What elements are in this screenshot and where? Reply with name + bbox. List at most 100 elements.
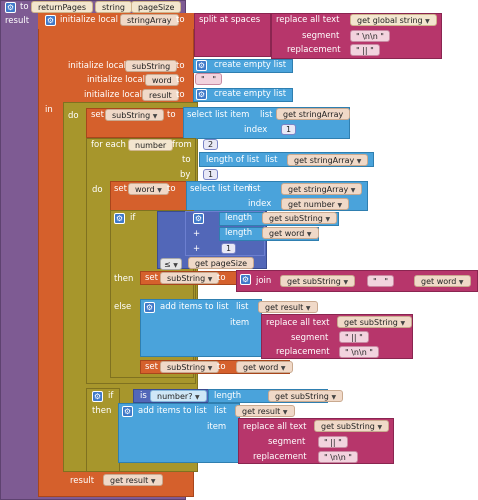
index-label-2: index bbox=[248, 199, 272, 209]
proc-to-label: to bbox=[20, 2, 29, 12]
split-label: split at spaces bbox=[199, 15, 261, 25]
plus-label-1: + bbox=[193, 229, 201, 239]
init-gear-icon[interactable]: ⚙ bbox=[45, 15, 56, 26]
from-label: from bbox=[172, 140, 192, 150]
set3-var[interactable]: subString ▼ bbox=[160, 272, 220, 284]
local3-to: to bbox=[176, 90, 185, 100]
set2-to: to bbox=[167, 184, 176, 194]
local2-var[interactable]: word bbox=[145, 74, 179, 86]
plus-label-2: + bbox=[193, 244, 201, 254]
set2-var[interactable]: word ▼ bbox=[128, 183, 169, 195]
local1-to: to bbox=[176, 61, 185, 71]
segment-string-3[interactable]: " || " bbox=[318, 436, 348, 448]
get-stringarray-1[interactable]: get stringArray bbox=[276, 108, 351, 120]
get-word-3[interactable]: get word ▼ bbox=[236, 361, 293, 373]
init-label: initialize local bbox=[60, 15, 118, 25]
join-gear-icon[interactable]: ⚙ bbox=[240, 274, 251, 285]
get-result-return[interactable]: get result ▼ bbox=[103, 474, 163, 486]
get-substring-2[interactable]: get subString ▼ bbox=[280, 275, 356, 287]
replace-label: replace all text bbox=[276, 15, 340, 25]
local1-var[interactable]: subString bbox=[125, 60, 178, 72]
select-list-item-label-2: select list item bbox=[190, 184, 253, 194]
local2-empty-string[interactable]: " ​ " bbox=[195, 73, 222, 85]
index-label-1: index bbox=[244, 125, 268, 135]
length-label-3: length bbox=[214, 391, 242, 401]
index-number-1[interactable]: 1 bbox=[281, 124, 297, 135]
set1-label: set bbox=[91, 110, 104, 120]
get-stringarray-2[interactable]: get stringArray ▼ bbox=[287, 154, 369, 166]
select-list-item-label: select list item bbox=[187, 110, 250, 120]
add-list-label-2: list bbox=[214, 406, 227, 416]
in-label: in bbox=[45, 105, 53, 115]
list-label-2: list bbox=[265, 155, 278, 165]
create-empty-list-label-1: create empty list bbox=[214, 60, 287, 70]
local2-label: initialize local bbox=[87, 75, 145, 85]
mutator-gear-icon[interactable]: ⚙ bbox=[5, 2, 16, 13]
replace-label-3: replace all text bbox=[243, 422, 307, 432]
add-items-gear-icon-1[interactable]: ⚙ bbox=[144, 302, 155, 313]
by-number[interactable]: 1 bbox=[203, 169, 219, 180]
set3-label: set bbox=[145, 273, 158, 283]
replacement-string-2[interactable]: " \n\n " bbox=[339, 346, 379, 358]
add-items-label-1: add items to list bbox=[160, 302, 229, 312]
segment-label-3: segment bbox=[268, 437, 306, 447]
get-word-1[interactable]: get word ▼ bbox=[262, 227, 319, 239]
list-gear-icon-1[interactable]: ⚙ bbox=[196, 60, 207, 71]
list-label-3: list bbox=[248, 184, 261, 194]
then-label-2: then bbox=[92, 406, 112, 416]
add-items-label-2: add items to list bbox=[138, 406, 207, 416]
add-list-label-1: list bbox=[236, 302, 249, 312]
if-gear-icon[interactable]: ⚙ bbox=[114, 213, 125, 224]
length-of-list-label: length of list bbox=[206, 155, 260, 165]
get-substring-3[interactable]: get subString ▼ bbox=[337, 316, 413, 328]
join-label: join bbox=[256, 276, 272, 286]
get-result-2[interactable]: get result ▼ bbox=[235, 405, 295, 417]
list-label-1: list bbox=[260, 110, 273, 120]
from-number[interactable]: 2 bbox=[203, 139, 219, 150]
join-space-string[interactable]: " " bbox=[367, 275, 394, 287]
proc-name-field[interactable]: returnPages bbox=[31, 1, 93, 13]
set1-var[interactable]: subString ▼ bbox=[105, 109, 165, 121]
replacement-label: replacement bbox=[287, 45, 341, 55]
result-label: result bbox=[5, 16, 30, 26]
list-gear-icon-2[interactable]: ⚙ bbox=[196, 89, 207, 100]
get-global-string[interactable]: get global string ▼ bbox=[350, 14, 437, 26]
set4-var[interactable]: subString ▼ bbox=[160, 361, 220, 373]
local2-to: to bbox=[176, 75, 185, 85]
init-var-stringarray[interactable]: stringArray bbox=[120, 14, 179, 26]
get-substring-1[interactable]: get subString ▼ bbox=[262, 212, 338, 224]
param-string[interactable]: string bbox=[95, 1, 132, 13]
get-stringarray-3[interactable]: get stringArray ▼ bbox=[281, 183, 363, 195]
then-label-1: then bbox=[114, 274, 134, 284]
add-gear-icon[interactable]: ⚙ bbox=[193, 213, 204, 224]
number-type-dropdown[interactable]: number? ▼ bbox=[150, 390, 207, 402]
get-substring-4[interactable]: get subString ▼ bbox=[268, 390, 344, 402]
is-label: is bbox=[140, 391, 147, 401]
get-result-1[interactable]: get result ▼ bbox=[258, 301, 318, 313]
if2-gear-icon[interactable]: ⚙ bbox=[92, 391, 103, 402]
get-word-2[interactable]: get word ▼ bbox=[414, 275, 471, 287]
param-pagesize[interactable]: pageSize bbox=[131, 1, 182, 13]
add-item-label-1: item bbox=[230, 318, 250, 328]
replacement-string[interactable]: " || " bbox=[350, 44, 380, 56]
by-label: by bbox=[180, 170, 191, 180]
segment-label-2: segment bbox=[291, 333, 329, 343]
add-item-label-2: item bbox=[207, 422, 227, 432]
if2-label: if bbox=[108, 391, 114, 401]
get-pagesize[interactable]: get pageSize bbox=[188, 257, 255, 269]
set3-to: to bbox=[217, 273, 226, 283]
get-substring-5[interactable]: get subString ▼ bbox=[314, 420, 390, 432]
replacement-string-3[interactable]: " \n\n " bbox=[318, 451, 358, 463]
length-label-2: length bbox=[225, 228, 253, 238]
get-number[interactable]: get number ▼ bbox=[281, 198, 350, 210]
foreach-var[interactable]: number bbox=[128, 139, 174, 151]
local3-var[interactable]: result bbox=[142, 89, 179, 101]
local3-label: initialize local bbox=[84, 90, 142, 100]
one-number[interactable]: 1 bbox=[221, 243, 237, 254]
init-to-label: to bbox=[176, 15, 185, 25]
segment-string[interactable]: " \n\n " bbox=[350, 30, 390, 42]
add-items-gear-icon-2[interactable]: ⚙ bbox=[122, 406, 133, 417]
le-operator-dropdown[interactable]: ≤ ▼ bbox=[160, 258, 182, 270]
set2-label: set bbox=[114, 184, 127, 194]
segment-string-2[interactable]: " || " bbox=[339, 331, 369, 343]
